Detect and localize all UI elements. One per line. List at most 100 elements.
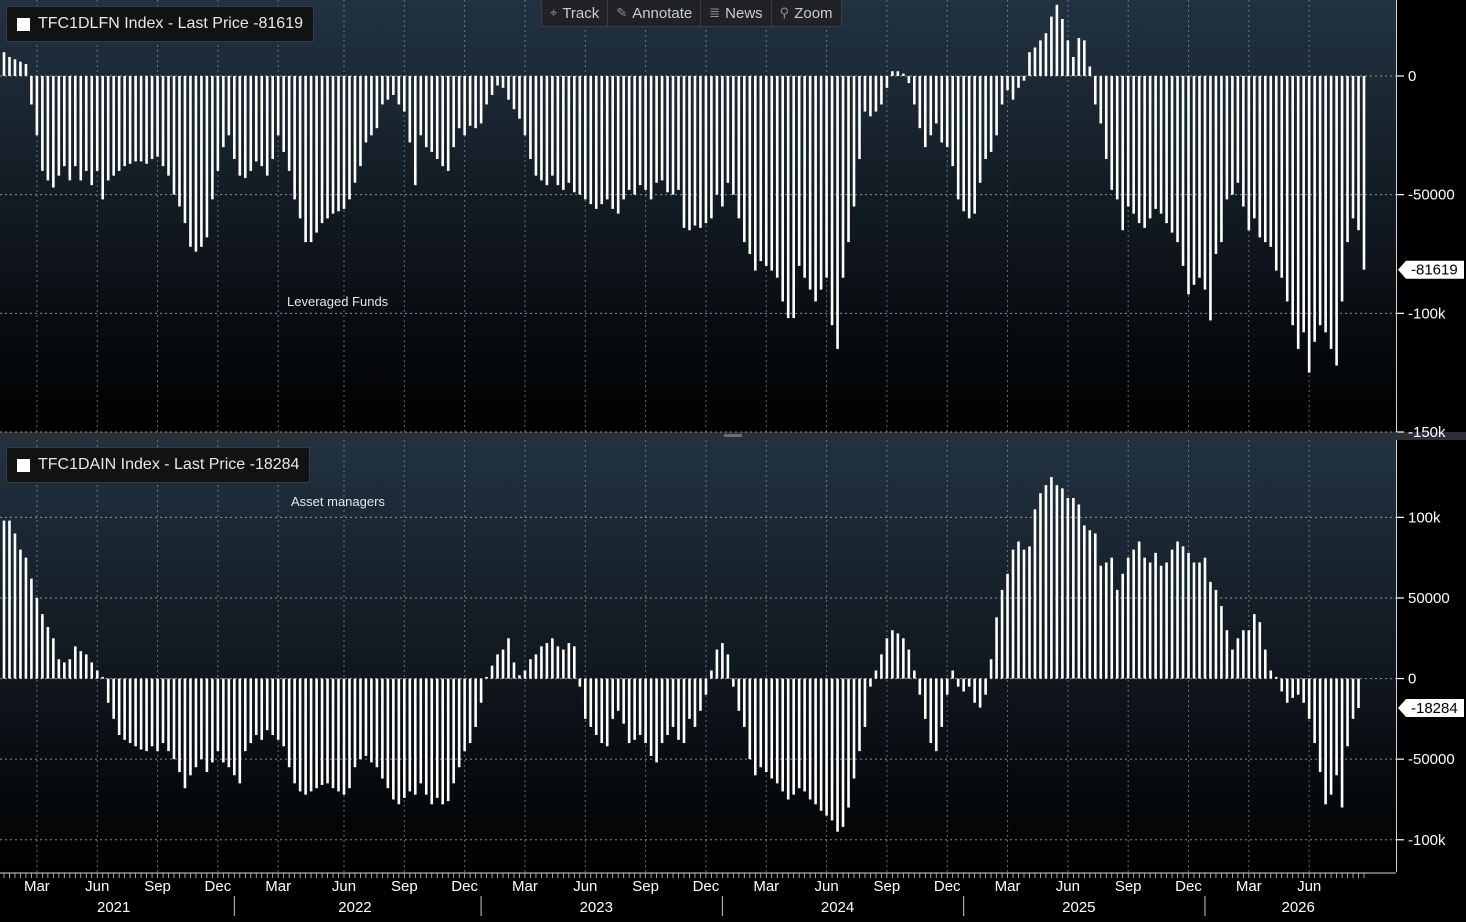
bar (348, 75, 351, 200)
bar (1104, 75, 1108, 160)
zoom-button[interactable]: ⚲ Zoom (772, 0, 841, 26)
bar (699, 75, 702, 228)
bar (161, 75, 165, 167)
bar (309, 75, 313, 243)
bar (19, 549, 22, 679)
bar (940, 75, 944, 143)
legend-panel-2[interactable]: TFC1DAIN Index - Last Price -18284 (6, 447, 311, 483)
bar (452, 678, 455, 784)
x-month-label: Mar (995, 878, 1021, 895)
bar (523, 670, 527, 679)
bar (1203, 557, 1207, 679)
bar (117, 75, 121, 171)
bar (1203, 75, 1207, 290)
bar (41, 614, 44, 679)
bar (1148, 562, 1152, 679)
bar (63, 662, 66, 679)
bar (1335, 75, 1338, 366)
bar (507, 638, 510, 679)
bar (1148, 75, 1152, 219)
bar (474, 678, 477, 727)
bar (468, 75, 472, 126)
bar (1088, 66, 1092, 76)
bar (693, 678, 697, 727)
bar (19, 61, 22, 76)
bar (1307, 678, 1311, 719)
bar (441, 75, 445, 167)
bar (962, 75, 965, 212)
bar (891, 71, 894, 76)
bar (940, 678, 944, 727)
news-button[interactable]: ≣ News (701, 0, 772, 26)
bar (1269, 75, 1273, 247)
bar (172, 75, 176, 195)
bar (496, 75, 499, 86)
bar (359, 75, 362, 167)
legend-panel-1[interactable]: TFC1DLFN Index - Last Price -81619 (6, 6, 314, 42)
bar (1247, 630, 1251, 679)
bar (1351, 678, 1355, 719)
bar (677, 678, 680, 740)
bar (869, 678, 872, 687)
bar (759, 678, 763, 768)
bar (830, 678, 834, 821)
x-month-label: Dec (451, 878, 478, 895)
bar (989, 75, 993, 152)
bar (1242, 75, 1245, 207)
bar (254, 75, 258, 162)
bar (934, 678, 938, 752)
track-button[interactable]: ⌖ Track (542, 0, 609, 26)
bar (496, 654, 499, 679)
panel-1-background (0, 0, 1396, 432)
bar (265, 75, 269, 176)
bar (194, 75, 198, 252)
bar (1280, 75, 1284, 278)
divider-grip[interactable] (724, 434, 742, 437)
bar (1165, 562, 1168, 679)
bar (858, 678, 861, 752)
bar (989, 659, 993, 679)
annotate-button[interactable]: ✎ Annotate (608, 0, 702, 26)
x-year-label: 2026 (1282, 899, 1315, 916)
bar (923, 75, 927, 148)
bar (30, 578, 33, 679)
bar (1313, 75, 1316, 342)
bar (743, 75, 746, 243)
bar (841, 75, 845, 278)
bar (1022, 75, 1026, 81)
bar (150, 75, 154, 160)
bar (205, 678, 209, 773)
bar (967, 75, 971, 219)
x-month-label: Sep (874, 878, 901, 895)
bar (1329, 75, 1333, 349)
bar (463, 75, 466, 136)
bar (534, 654, 538, 679)
bar (929, 75, 933, 136)
bar (962, 678, 965, 692)
bar (117, 678, 121, 735)
bar (781, 678, 785, 792)
bar (254, 678, 258, 735)
bar (13, 59, 17, 76)
bar (1231, 649, 1234, 679)
bar (880, 75, 883, 105)
bar (507, 75, 510, 100)
bar (364, 678, 368, 756)
bar (660, 75, 664, 181)
bar (359, 678, 362, 760)
bar (457, 75, 461, 129)
bar (836, 75, 839, 349)
bar (282, 75, 285, 152)
bar (594, 678, 598, 735)
bar (814, 75, 817, 302)
bar (101, 75, 105, 200)
bar (929, 678, 933, 744)
bar (1351, 75, 1355, 219)
bar (748, 75, 752, 254)
bar (775, 678, 779, 784)
bar (583, 678, 587, 719)
bar (1274, 75, 1278, 271)
bar (797, 75, 801, 266)
bar (419, 75, 423, 136)
bar (797, 678, 801, 789)
